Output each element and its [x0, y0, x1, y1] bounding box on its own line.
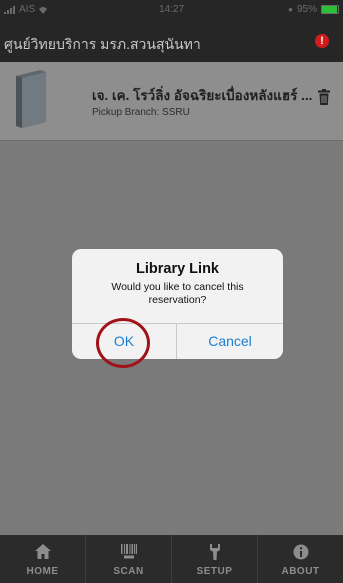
tab-scan-label: SCAN: [113, 566, 144, 577]
book-icon: [16, 70, 46, 128]
trash-icon[interactable]: [318, 89, 330, 105]
info-icon: [293, 544, 308, 560]
barcode-icon: [120, 544, 137, 559]
dialog-message: Would you like to cancel this reservatio…: [111, 281, 244, 306]
tab-bar: HOME SCAN SETUP ABOUT: [0, 535, 343, 583]
cancel-reservation-dialog: Library Link Would you like to cancel th…: [72, 249, 283, 359]
tab-home[interactable]: HOME: [0, 535, 85, 583]
reservation-row[interactable]: เจ. เค. โรว์ลิ่ง อัจฉริยะเบื่องหลังแฮร์ …: [0, 62, 343, 141]
dialog-title: Library Link: [136, 261, 219, 277]
battery-percent: 95%: [296, 4, 317, 15]
tab-about[interactable]: ABOUT: [257, 535, 343, 583]
tab-scan[interactable]: SCAN: [85, 535, 171, 583]
home-icon: [34, 544, 51, 559]
page-title: ศูนย์วิทยบริการ มรภ.สวนสุนันทา: [4, 36, 201, 52]
reservation-title: เจ. เค. โรว์ลิ่ง อัจฉริยะเบื่องหลังแฮร์ …: [92, 88, 313, 103]
tab-about-label: ABOUT: [281, 566, 320, 577]
exclamation-icon[interactable]: !: [315, 34, 329, 48]
tab-home-label: HOME: [26, 566, 59, 577]
tab-setup[interactable]: SETUP: [171, 535, 257, 583]
ok-button[interactable]: OK: [72, 324, 176, 359]
tab-setup-label: SETUP: [196, 566, 233, 577]
cancel-button[interactable]: Cancel: [177, 324, 283, 359]
pickup-branch: Pickup Branch: SSRU: [92, 107, 190, 118]
battery-icon: [321, 5, 339, 14]
alarm-icon: ●: [288, 5, 293, 14]
status-right: ● 95%: [288, 4, 339, 15]
nav-bar: ศูนย์วิทยบริการ มรภ.สวนสุนันทา !: [0, 20, 343, 62]
wrench-icon: [209, 544, 220, 560]
status-bar: AIS 14:27 ● 95%: [0, 0, 343, 20]
